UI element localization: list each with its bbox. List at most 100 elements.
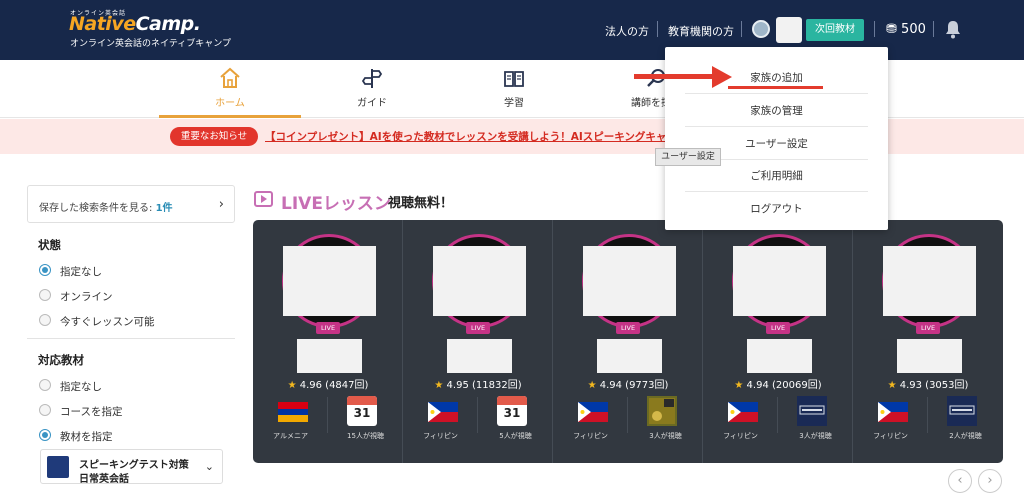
user-avatar[interactable] (776, 17, 802, 43)
nav-study[interactable]: 学習 (443, 60, 585, 118)
live-badge: LIVE (316, 322, 340, 334)
annotation-underline (728, 86, 823, 89)
teacher-country: アルメニア (273, 432, 308, 440)
material-select[interactable]: スピーキングテスト対策 日常英会話 ⌄ (40, 449, 223, 485)
annotation-arrow-head (712, 66, 732, 88)
status-heading: 状態 (38, 238, 61, 252)
live-badge: LIVE (616, 322, 640, 334)
material-option-label: 指定なし (60, 381, 102, 393)
philippines-flag-icon (728, 402, 758, 422)
card-divider (627, 397, 628, 433)
material-name-line2: 日常英会話 (79, 474, 129, 485)
logo-native-text: Native (69, 13, 136, 35)
teacher-photo (733, 246, 826, 316)
bell-icon[interactable] (944, 19, 962, 39)
ai-material-icon (647, 396, 677, 426)
teacher-country: フィリピン (873, 432, 908, 440)
nav-active-underline (159, 115, 301, 118)
teacher-rating: ★ 4.93 (3053回) (887, 380, 969, 391)
nav-home-label: ホーム (215, 98, 245, 109)
live-teacher-card[interactable]: LIVE ★ 4.95 (11832回) 31 フィリピン 5人が視聴 (403, 220, 553, 463)
header-divider (657, 21, 658, 37)
saved-search-button[interactable]: 保存した検索条件を見る: 1件 › (27, 185, 235, 223)
chevron-down-icon: ⌄ (204, 460, 214, 473)
saved-search-label: 保存した検索条件を見る: 1件 (39, 203, 173, 214)
important-notice-badge: 重要なお知らせ (170, 127, 258, 146)
live-teacher-card[interactable]: LIVE ★ 4.94 (20069回) フィリピン 3人が視聴 (703, 220, 853, 463)
teacher-country: フィリピン (723, 432, 758, 440)
globe-icon[interactable] (752, 20, 770, 38)
star-icon: ★ (887, 380, 897, 391)
material-radio-course[interactable] (39, 404, 51, 416)
teacher-photo (883, 246, 976, 316)
status-radio-available-now[interactable] (39, 314, 51, 326)
teacher-photo (283, 246, 376, 316)
philippines-flag-icon (428, 402, 458, 422)
teacher-rating: ★ 4.95 (11832回) (434, 380, 522, 391)
coin-balance[interactable]: ⛃ 500 (886, 22, 926, 37)
menu-item-manage-family[interactable]: 家族の管理 (685, 95, 868, 127)
material-radio-specific[interactable] (39, 429, 51, 441)
chevron-right-icon: › (218, 197, 224, 212)
star-icon: ★ (434, 380, 444, 391)
teacher-rating: ★ 4.96 (4847回) (287, 380, 369, 391)
star-icon: ★ (287, 380, 297, 391)
menu-item-logout[interactable]: ログアウト (685, 193, 868, 225)
nav-guide[interactable]: ガイド (301, 60, 443, 118)
logo-camp-text: Camp. (135, 13, 201, 35)
live-lessons-panel: LIVE ★ 4.96 (4847回) 31 アルメニア 15人が視聴 LIVE… (253, 220, 1003, 463)
card-divider (327, 397, 328, 433)
viewer-count: 15人が視聴 (347, 432, 384, 440)
status-option-label: オンライン (60, 291, 113, 303)
material-heading: 対応教材 (38, 353, 84, 367)
status-radio-none[interactable] (39, 264, 51, 276)
callan-material-icon (947, 396, 977, 426)
status-radio-online[interactable] (39, 289, 51, 301)
next-material-button[interactable]: 次回教材 (806, 19, 864, 41)
coin-count: 500 (901, 22, 926, 37)
callan-material-icon (797, 396, 827, 426)
teacher-country: フィリピン (423, 432, 458, 440)
material-option-label: コースを指定 (60, 406, 123, 418)
material-option-label: 教材を指定 (60, 431, 113, 443)
corporate-link[interactable]: 法人の方 (605, 23, 649, 39)
material-radio-none[interactable] (39, 379, 51, 391)
home-icon (220, 67, 240, 88)
coin-stack-icon: ⛃ (886, 22, 897, 37)
saved-search-count: 1件 (155, 203, 173, 214)
nav-home[interactable]: ホーム (159, 60, 301, 118)
annotation-arrow (634, 74, 720, 79)
live-lessons-title: LIVEレッスン (281, 194, 391, 214)
status-option-label: 今すぐレッスン可能 (60, 316, 155, 328)
card-divider (477, 397, 478, 433)
header-divider (933, 21, 934, 37)
viewer-count: 3人が視聴 (799, 432, 832, 440)
teacher-name (597, 339, 662, 373)
card-divider (927, 397, 928, 433)
material-thumbnail (47, 456, 69, 478)
viewer-count: 2人が視聴 (949, 432, 982, 440)
status-option-label: 指定なし (60, 266, 102, 278)
card-divider (777, 397, 778, 433)
live-teacher-card[interactable]: LIVE ★ 4.93 (3053回) フィリピン 2人が視聴 (853, 220, 1003, 463)
live-lessons-subtitle: 視聴無料！ (388, 196, 454, 211)
carousel-next-button[interactable]: › (978, 469, 1002, 493)
teacher-name (297, 339, 362, 373)
header-divider (741, 21, 742, 37)
teacher-rating: ★ 4.94 (20069回) (734, 380, 822, 391)
teacher-photo (583, 246, 676, 316)
nativecamp-logo[interactable]: NativeCamp. (69, 13, 201, 35)
live-teacher-card[interactable]: LIVE ★ 4.96 (4847回) 31 アルメニア 15人が視聴 (253, 220, 403, 463)
live-teacher-card[interactable]: LIVE ★ 4.94 (9773回) フィリピン 3人が視聴 (553, 220, 703, 463)
live-badge: LIVE (916, 322, 940, 334)
material-name-line1: スピーキングテスト対策 (79, 460, 189, 471)
teacher-rating: ★ 4.94 (9773回) (587, 380, 669, 391)
calendar-icon: 31 (347, 396, 377, 426)
tv-play-icon (254, 191, 273, 207)
signpost-icon (361, 69, 383, 88)
education-link[interactable]: 教育機関の方 (668, 23, 734, 39)
notice-link[interactable]: 【コインプレゼント】AIを使った教材でレッスンを受講しよう！AIスピーキングキャ… (265, 129, 677, 144)
viewer-count: 5人が視聴 (499, 432, 532, 440)
carousel-prev-button[interactable]: ‹ (948, 469, 972, 493)
live-badge: LIVE (466, 322, 490, 334)
